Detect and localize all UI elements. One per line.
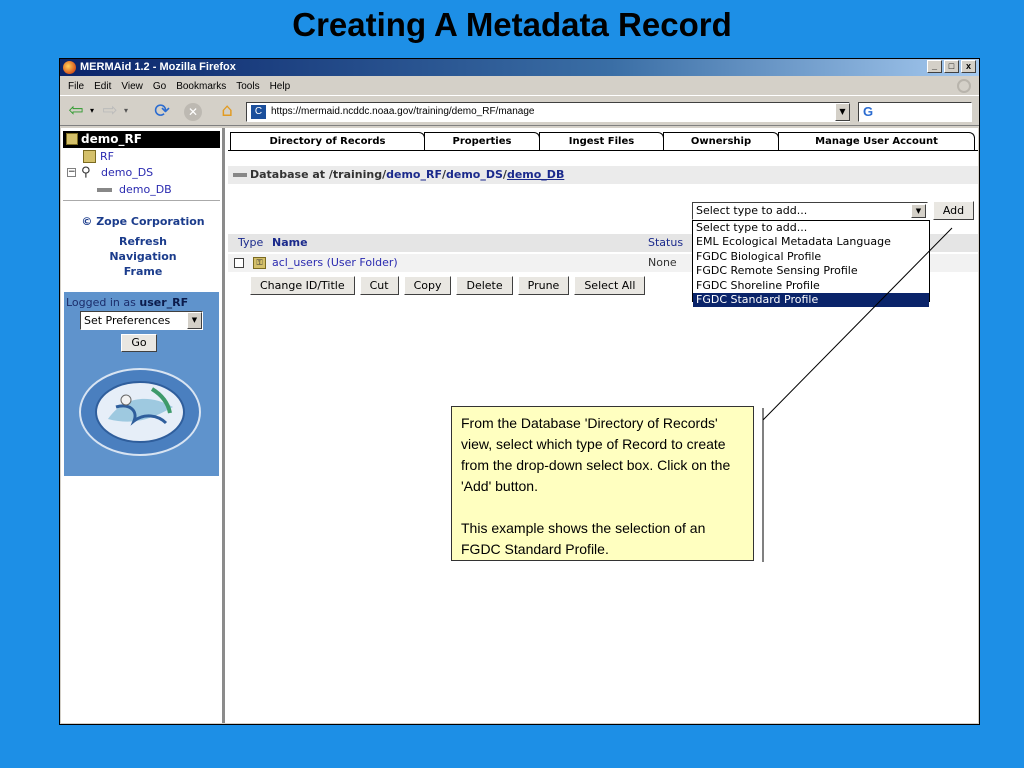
slide-title: Creating A Metadata Record bbox=[292, 6, 732, 43]
logged-in-text: Logged in as bbox=[66, 296, 136, 309]
firefox-icon bbox=[63, 61, 76, 74]
zope-corporation-link[interactable]: © Zope Corporation bbox=[61, 215, 225, 228]
preferences-select-value: Set Preferences bbox=[84, 314, 171, 327]
url-text: https://mermaid.ncddc.noaa.gov/training/… bbox=[271, 106, 535, 117]
menu-file[interactable]: File bbox=[68, 81, 84, 92]
url-bar[interactable]: C https://mermaid.ncddc.noaa.gov/trainin… bbox=[246, 102, 850, 122]
divider bbox=[63, 200, 220, 201]
navigation-frame: demo_RF RF − ⚲ demo_DS demo_DB © Zope Co… bbox=[61, 128, 225, 723]
throbber-icon bbox=[957, 79, 971, 93]
row-name-link[interactable]: acl_users (User Folder) bbox=[272, 254, 398, 272]
menu-help[interactable]: Help bbox=[270, 81, 291, 92]
tree-item-demo-ds[interactable]: ⚲ demo_DS bbox=[81, 165, 154, 180]
tree-item-label: RF bbox=[100, 150, 114, 163]
stop-icon[interactable]: ✕ bbox=[184, 103, 202, 121]
change-id-title-button[interactable]: Change ID/Title bbox=[250, 276, 355, 295]
annotation-callout: From the Database 'Directory of Records'… bbox=[451, 406, 754, 561]
dropdown-option[interactable]: Select type to add... bbox=[693, 221, 929, 235]
preferences-select[interactable]: Set Preferences ▼ bbox=[80, 311, 203, 330]
action-buttons: Change ID/Title Cut Copy Delete Prune Se… bbox=[250, 276, 646, 295]
minimize-button[interactable]: _ bbox=[927, 60, 942, 73]
menu-bookmarks[interactable]: Bookmarks bbox=[176, 81, 226, 92]
back-icon[interactable]: ⇦ bbox=[66, 102, 86, 120]
folder-icon bbox=[66, 133, 78, 145]
cut-button[interactable]: Cut bbox=[359, 276, 399, 295]
menu-go[interactable]: Go bbox=[153, 81, 166, 92]
navigation-toolbar: ⇦ ▾ ⇨ ▾ ⟳ ✕ ⌂ C https://mermaid.ncddc.no… bbox=[60, 95, 979, 126]
dropdown-option[interactable]: FGDC Biological Profile bbox=[693, 250, 929, 264]
tree-root-label: demo_RF bbox=[81, 132, 142, 146]
dropdown-option[interactable]: FGDC Remote Sensing Profile bbox=[693, 264, 929, 278]
breadcrumb-demo-db[interactable]: demo_DB bbox=[507, 168, 564, 181]
close-button[interactable]: x bbox=[961, 60, 976, 73]
row-status: None bbox=[648, 256, 677, 269]
tree-item-rf[interactable]: RF bbox=[83, 150, 114, 163]
breadcrumb-prefix: /training/ bbox=[328, 168, 387, 181]
prune-button[interactable]: Prune bbox=[517, 276, 570, 295]
user-folder-icon: ⚿ bbox=[253, 257, 266, 269]
add-type-select-value: Select type to add... bbox=[696, 204, 808, 217]
window-title: MERMAid 1.2 - Mozilla Firefox bbox=[80, 61, 236, 73]
go-button[interactable]: Go bbox=[121, 334, 157, 352]
tab-directory-of-records[interactable]: Directory of Records bbox=[230, 132, 425, 151]
search-engine-icon[interactable]: G bbox=[863, 104, 877, 120]
login-panel: Logged in as user_RF Set Preferences ▼ G… bbox=[64, 292, 219, 476]
ncddc-logo bbox=[79, 368, 201, 456]
menu-bar: File Edit View Go Bookmarks Tools Help bbox=[60, 77, 979, 95]
tab-row: Directory of Records Properties Ingest F… bbox=[228, 132, 978, 151]
row-checkbox[interactable] bbox=[234, 258, 244, 268]
column-header-status[interactable]: Status bbox=[648, 234, 683, 252]
column-header-type[interactable]: Type bbox=[238, 234, 263, 252]
add-type-select[interactable]: Select type to add... ▼ bbox=[692, 202, 928, 220]
delete-button[interactable]: Delete bbox=[456, 276, 513, 295]
tab-ownership[interactable]: Ownership bbox=[663, 132, 779, 151]
add-button[interactable]: Add bbox=[933, 201, 974, 220]
folder-icon bbox=[83, 150, 96, 163]
tree-item-label: demo_DB bbox=[119, 183, 172, 196]
tree-item-label: demo_DS bbox=[101, 166, 154, 179]
breadcrumb: Database at /training/demo_RF/demo_DS/de… bbox=[228, 166, 978, 184]
search-box[interactable]: G bbox=[858, 102, 972, 122]
copy-button[interactable]: Copy bbox=[403, 276, 452, 295]
callout-paragraph: This example shows the selection of an F… bbox=[461, 520, 706, 557]
select-all-button[interactable]: Select All bbox=[574, 276, 646, 295]
back-dropdown-icon[interactable]: ▾ bbox=[88, 102, 96, 120]
browser-window: MERMAid 1.2 - Mozilla Firefox _ □ x File… bbox=[59, 58, 980, 725]
menu-edit[interactable]: Edit bbox=[94, 81, 111, 92]
forward-dropdown-icon[interactable]: ▾ bbox=[122, 102, 130, 120]
dropdown-option[interactable]: EML Ecological Metadata Language bbox=[693, 235, 929, 249]
home-icon[interactable]: ⌂ bbox=[217, 102, 237, 120]
reload-icon[interactable]: ⟳ bbox=[152, 102, 172, 121]
menu-view[interactable]: View bbox=[121, 81, 143, 92]
dropdown-option[interactable]: FGDC Shoreline Profile bbox=[693, 279, 929, 293]
breadcrumb-demo-ds[interactable]: demo_DS bbox=[446, 168, 503, 181]
add-type-dropdown: Select type to add... EML Ecological Met… bbox=[692, 220, 930, 308]
refresh-navigation-link[interactable]: Refresh Navigation Frame bbox=[61, 234, 225, 279]
callout-paragraph: From the Database 'Directory of Records'… bbox=[461, 415, 731, 494]
url-history-dropdown-icon[interactable]: ▼ bbox=[835, 103, 850, 121]
window-titlebar: MERMAid 1.2 - Mozilla Firefox _ □ x bbox=[60, 59, 979, 76]
tab-properties[interactable]: Properties bbox=[424, 132, 540, 151]
breadcrumb-demo-rf[interactable]: demo_RF bbox=[386, 168, 442, 181]
breadcrumb-label: Database at bbox=[250, 168, 326, 181]
tree-item-demo-db[interactable]: demo_DB bbox=[97, 183, 172, 196]
site-favicon-icon: C bbox=[251, 105, 266, 119]
database-icon bbox=[97, 188, 112, 192]
maximize-button[interactable]: □ bbox=[944, 60, 959, 73]
dropdown-option-selected[interactable]: FGDC Standard Profile bbox=[693, 292, 929, 308]
chevron-down-icon[interactable]: ▼ bbox=[911, 204, 926, 218]
forward-icon[interactable]: ⇨ bbox=[100, 102, 120, 120]
menu-tools[interactable]: Tools bbox=[236, 81, 259, 92]
chevron-down-icon[interactable]: ▼ bbox=[187, 312, 202, 329]
username: user_RF bbox=[139, 296, 189, 309]
database-icon bbox=[233, 173, 247, 177]
hierarchy-icon: ⚲ bbox=[81, 165, 91, 180]
tree-collapse-icon[interactable]: − bbox=[67, 168, 76, 177]
tab-manage-user-account[interactable]: Manage User Account bbox=[778, 132, 975, 151]
tab-ingest-files[interactable]: Ingest Files bbox=[539, 132, 664, 151]
tree-root[interactable]: demo_RF bbox=[63, 131, 220, 148]
logged-in-label: Logged in as user_RF bbox=[66, 296, 188, 309]
tab-divider bbox=[228, 150, 978, 151]
column-header-name[interactable]: Name bbox=[272, 234, 308, 252]
